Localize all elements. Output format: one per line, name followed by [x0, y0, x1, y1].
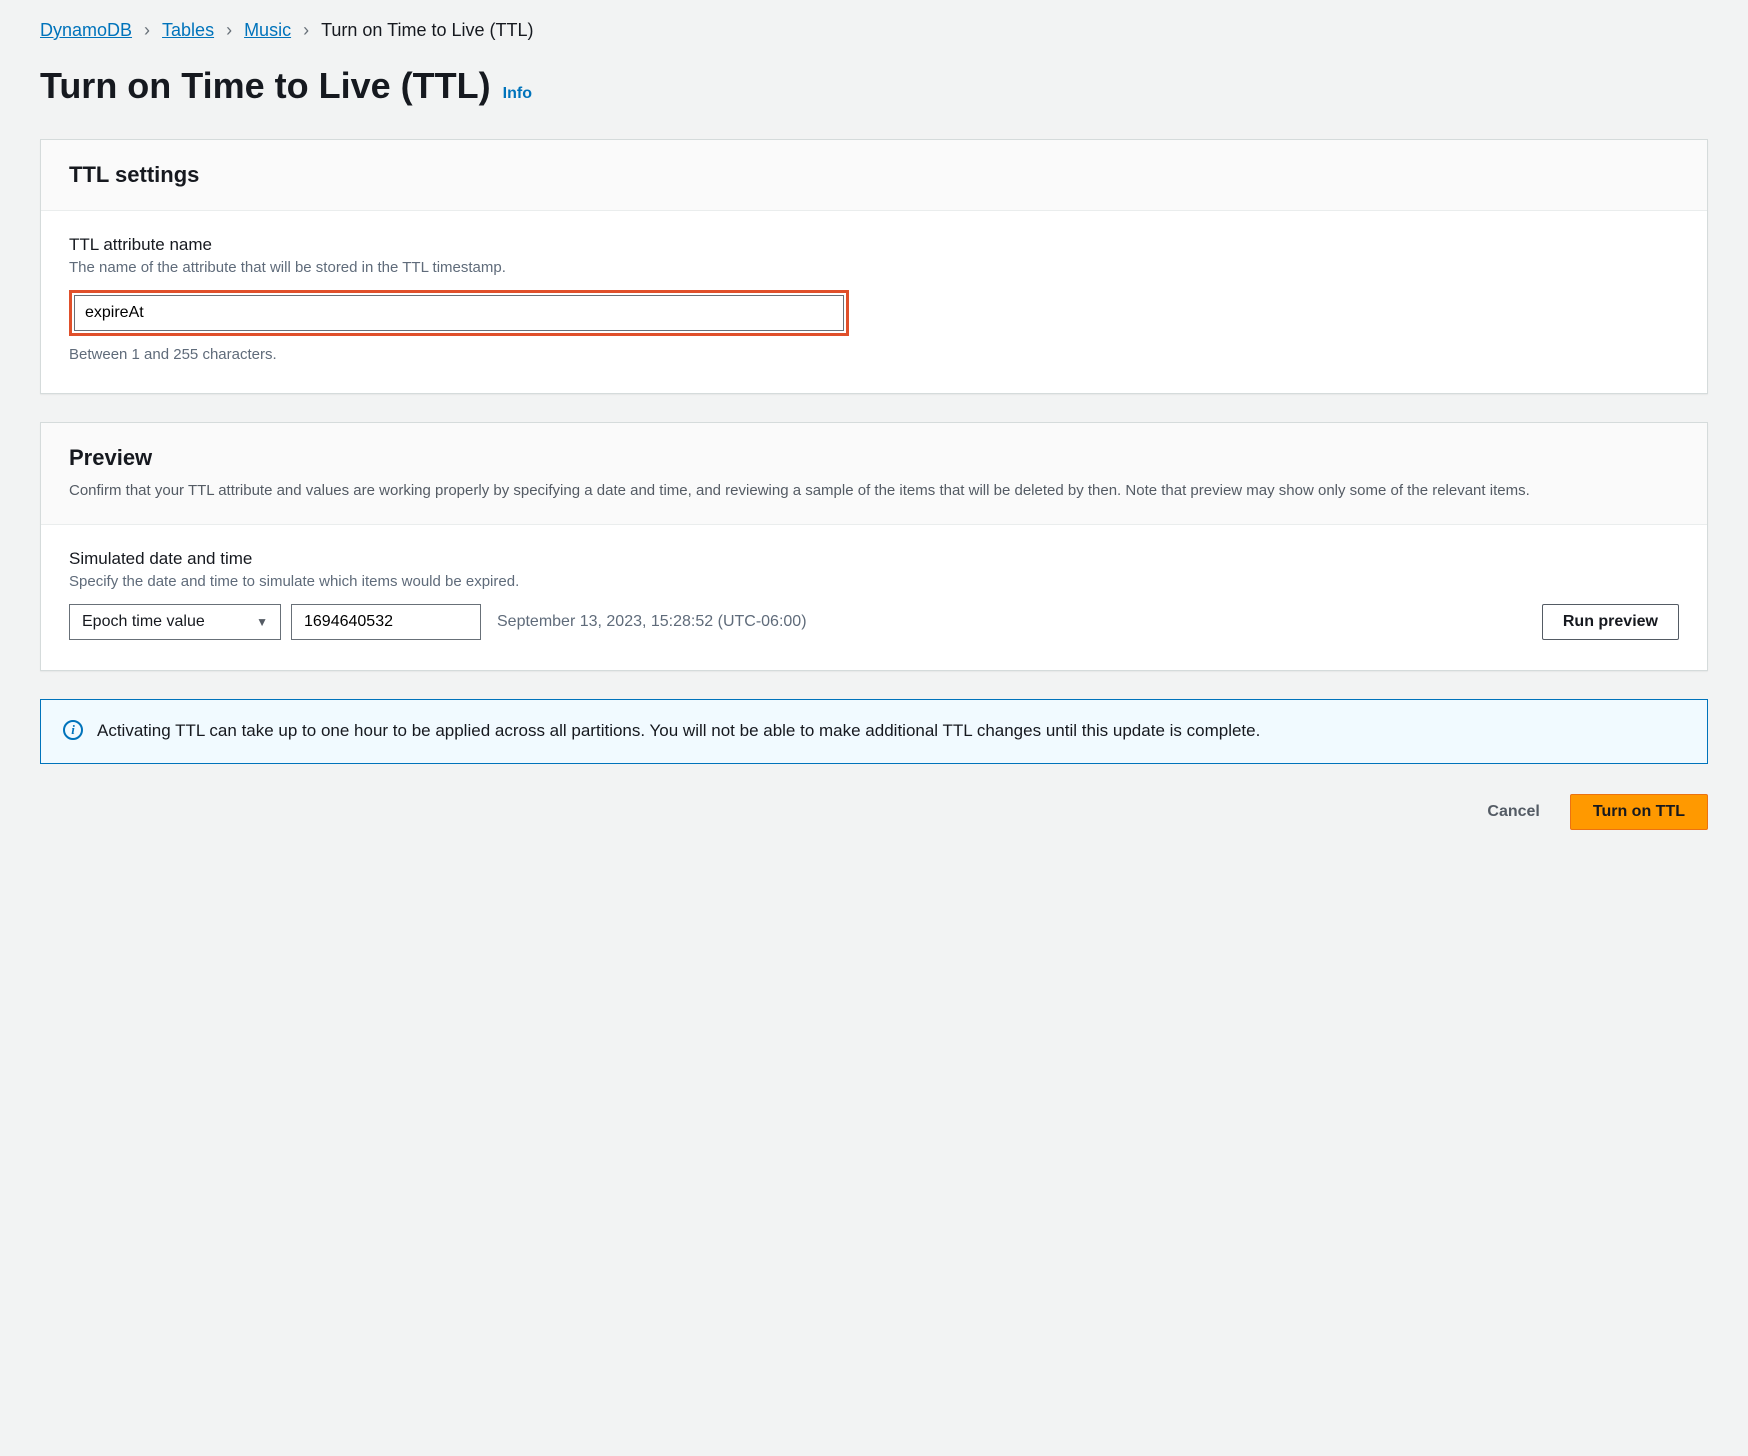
preview-body: Simulated date and time Specify the date…: [41, 525, 1707, 670]
ttl-settings-title: TTL settings: [69, 162, 1679, 188]
footer-buttons: Cancel Turn on TTL: [40, 794, 1708, 830]
breadcrumb-tables[interactable]: Tables: [162, 20, 214, 41]
breadcrumb-dynamodb[interactable]: DynamoDB: [40, 20, 132, 41]
breadcrumb-music[interactable]: Music: [244, 20, 291, 41]
cancel-button[interactable]: Cancel: [1467, 795, 1559, 829]
ttl-attr-label: TTL attribute name: [69, 235, 1679, 255]
breadcrumb-current: Turn on Time to Live (TTL): [321, 20, 533, 41]
time-format-value: Epoch time value: [82, 613, 205, 631]
ttl-attr-highlight: [69, 290, 849, 336]
epoch-input[interactable]: [291, 604, 481, 640]
page-header: Turn on Time to Live (TTL) Info: [40, 65, 1708, 107]
breadcrumb: DynamoDB › Tables › Music › Turn on Time…: [40, 20, 1708, 41]
ttl-settings-header: TTL settings: [41, 140, 1707, 211]
sim-row: Epoch time value ▼ September 13, 2023, 1…: [69, 604, 1679, 640]
chevron-right-icon: ›: [226, 20, 232, 41]
sim-desc: Specify the date and time to simulate wh…: [69, 573, 1679, 590]
caret-down-icon: ▼: [256, 615, 268, 629]
page-title: Turn on Time to Live (TTL): [40, 65, 491, 107]
time-format-select[interactable]: Epoch time value ▼: [69, 604, 281, 640]
sim-label: Simulated date and time: [69, 549, 1679, 569]
run-preview-button[interactable]: Run preview: [1542, 604, 1679, 640]
preview-desc: Confirm that your TTL attribute and valu…: [69, 479, 1679, 502]
preview-header: Preview Confirm that your TTL attribute …: [41, 423, 1707, 525]
turn-on-ttl-button[interactable]: Turn on TTL: [1570, 794, 1708, 830]
chevron-right-icon: ›: [303, 20, 309, 41]
ttl-settings-body: TTL attribute name The name of the attri…: [41, 211, 1707, 393]
chevron-right-icon: ›: [144, 20, 150, 41]
ttl-settings-panel: TTL settings TTL attribute name The name…: [40, 139, 1708, 394]
ttl-attr-input[interactable]: [74, 295, 844, 331]
preview-panel: Preview Confirm that your TTL attribute …: [40, 422, 1708, 671]
info-banner-text: Activating TTL can take up to one hour t…: [97, 718, 1260, 744]
info-link[interactable]: Info: [503, 85, 532, 103]
info-banner: i Activating TTL can take up to one hour…: [40, 699, 1708, 763]
ttl-attr-hint: Between 1 and 255 characters.: [69, 346, 1679, 363]
ttl-attr-desc: The name of the attribute that will be s…: [69, 259, 1679, 276]
readable-time: September 13, 2023, 15:28:52 (UTC-06:00): [497, 613, 1532, 631]
info-icon: i: [63, 720, 83, 740]
preview-title: Preview: [69, 445, 1679, 471]
